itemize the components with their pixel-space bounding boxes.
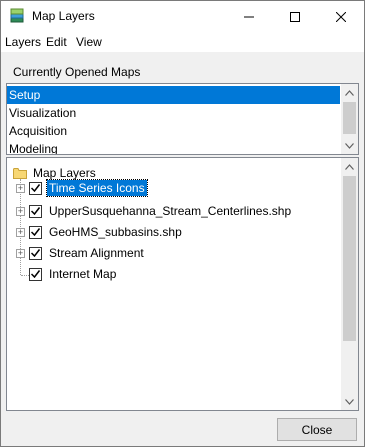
chevron-down-icon <box>345 398 354 405</box>
expand-icon[interactable]: + <box>16 206 25 216</box>
menu-bar: Layers Edit View <box>1 32 364 52</box>
layer-row-time-series-icons[interactable]: + Time Series Icons <box>16 179 148 197</box>
scroll-down-button[interactable] <box>341 393 358 410</box>
minimize-icon <box>244 16 254 17</box>
maps-list-scrollbar[interactable] <box>341 84 358 154</box>
chevron-up-icon <box>345 163 354 170</box>
expand-icon[interactable]: + <box>16 183 25 193</box>
folder-icon <box>13 168 27 179</box>
menu-edit[interactable]: Edit <box>46 35 67 49</box>
menu-view[interactable]: View <box>76 35 102 49</box>
maximize-icon <box>290 11 300 22</box>
layer-label[interactable]: Stream Alignment <box>47 245 146 261</box>
scroll-up-button[interactable] <box>341 158 358 175</box>
opened-maps-label: Currently Opened Maps <box>13 65 141 79</box>
layer-checkbox[interactable] <box>29 225 42 239</box>
checkmark-icon <box>31 184 40 192</box>
close-window-button[interactable] <box>318 1 364 32</box>
checkmark-icon <box>31 207 40 215</box>
minimize-button[interactable] <box>226 1 272 32</box>
close-icon <box>336 11 346 22</box>
layer-label[interactable]: GeoHMS_subbasins.shp <box>47 224 184 240</box>
opened-maps-list[interactable]: Setup Visualization Acquisition Modeling <box>6 83 359 155</box>
map-item-modeling[interactable]: Modeling <box>7 140 340 154</box>
map-item-setup[interactable]: Setup <box>7 86 340 104</box>
chevron-up-icon <box>345 89 354 96</box>
map-layers-window: Map Layers Layers Edit View Currently Op… <box>0 0 365 447</box>
close-button[interactable]: Close <box>277 418 357 441</box>
layer-checkbox[interactable] <box>29 181 42 195</box>
layer-checkbox[interactable] <box>29 204 42 218</box>
scroll-thumb[interactable] <box>343 176 356 341</box>
layer-label[interactable]: Internet Map <box>47 266 118 282</box>
scroll-up-button[interactable] <box>341 84 358 101</box>
maximize-button[interactable] <box>272 1 318 32</box>
layers-tree[interactable]: Map Layers + Time Series Icons + UpperSu… <box>6 157 359 411</box>
scroll-down-button[interactable] <box>341 137 358 154</box>
layer-checkbox[interactable] <box>29 267 42 281</box>
layer-row-internet-map[interactable]: Internet Map <box>16 265 118 283</box>
layer-row-stream-centerlines[interactable]: + UpperSusquehanna_Stream_Centerlines.sh… <box>16 202 293 220</box>
window-title: Map Layers <box>32 9 95 23</box>
layer-label[interactable]: Time Series Icons <box>46 179 148 197</box>
map-layers-app-icon <box>10 8 24 23</box>
layer-row-geohms-subbasins[interactable]: + GeoHMS_subbasins.shp <box>16 223 184 241</box>
map-item-acquisition[interactable]: Acquisition <box>7 122 340 140</box>
expand-icon[interactable]: + <box>16 248 25 258</box>
menu-layers[interactable]: Layers <box>5 35 41 49</box>
expand-icon[interactable]: + <box>16 227 25 237</box>
layers-tree-scrollbar[interactable] <box>341 158 358 410</box>
layer-label[interactable]: UpperSusquehanna_Stream_Centerlines.shp <box>47 203 293 219</box>
scroll-thumb[interactable] <box>343 102 356 134</box>
checkmark-icon <box>31 228 40 236</box>
layer-row-stream-alignment[interactable]: + Stream Alignment <box>16 244 146 262</box>
checkmark-icon <box>31 249 40 257</box>
layer-checkbox[interactable] <box>29 246 42 260</box>
title-bar[interactable]: Map Layers <box>1 1 364 32</box>
chevron-down-icon <box>345 142 354 149</box>
map-item-visualization[interactable]: Visualization <box>7 104 340 122</box>
checkmark-icon <box>31 270 40 278</box>
